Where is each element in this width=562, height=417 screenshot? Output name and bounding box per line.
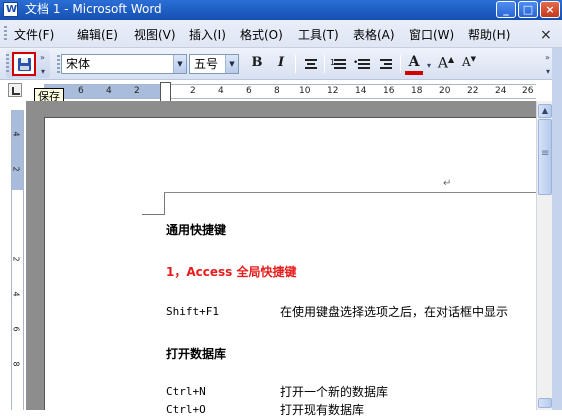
first-line-indent-marker[interactable] [160,82,171,102]
shortcut-key[interactable]: Ctrl+N [166,385,206,399]
shortcut-key[interactable]: Ctrl+O [166,403,206,417]
chevron-down-icon[interactable]: ▼ [173,55,186,73]
window-title: 文档 1 - Microsoft Word [25,2,162,16]
doc-section-title[interactable]: 1，Access 全局快捷键 [166,265,296,279]
toolbar-separator [324,55,325,73]
numbering-button[interactable]: 1 [330,55,348,73]
doc-section-heading[interactable]: 打开数据库 [166,347,226,361]
toolbar-options-arrow[interactable]: ▾ [41,68,45,76]
font-color-button[interactable]: A [405,55,423,75]
ruler-number: 16 [383,86,395,96]
ruler-number: 8 [11,361,21,367]
ruler-margin-top [12,110,23,190]
scroll-thumb[interactable] [538,119,552,195]
shortcut-key[interactable]: Shift+F1 [166,305,219,319]
toolbar-options-arrow[interactable]: ▾ [546,68,550,76]
font-name-value: 宋体 [66,57,91,71]
shrink-font-icon: A [461,55,471,69]
ruler-number: 4 [218,86,224,96]
shortcut-description[interactable]: 打开一个新的数据库 [280,385,388,399]
ruler-number: 6 [78,86,84,96]
floppy-disk-icon [18,58,31,71]
title-bar: W 文档 1 - Microsoft Word _ □ × [0,0,562,20]
scroll-up-button[interactable]: ▲ [538,104,552,118]
menu-table[interactable]: 表格(A) [353,28,395,42]
ruler-number: 4 [11,291,21,297]
font-name-combo[interactable]: 宋体 ▼ [61,54,187,74]
ruler-number: 4 [11,131,21,137]
bold-button[interactable]: B [248,55,266,73]
ruler-number: 6 [11,326,21,332]
vertical-ruler[interactable]: 4 2 2 4 6 8 [11,110,24,410]
ruler-number: 2 [11,256,21,262]
grow-font-button[interactable]: A▲ [437,55,455,73]
align-center-button[interactable] [302,55,320,73]
ruler-number: 2 [190,86,196,96]
menu-tools[interactable]: 工具(T) [298,28,339,42]
close-document-button[interactable]: × [540,27,552,43]
maximize-button[interactable]: □ [518,1,538,18]
font-size-combo[interactable]: 五号 ▼ [189,54,239,74]
minimize-button[interactable]: _ [496,1,516,18]
ruler-number: 14 [355,86,367,96]
menu-view[interactable]: 视图(V) [134,28,176,42]
bullet-list-icon [358,59,370,69]
menu-insert[interactable]: 插入(I) [189,28,226,42]
menu-file[interactable]: 文件(F) [14,28,54,42]
menu-window[interactable]: 窗口(W) [409,28,454,42]
align-center-icon [305,59,317,69]
ruler-number: 22 [467,86,479,96]
ruler-number: 2 [11,166,21,172]
ruler-number: 12 [327,86,339,96]
menu-format[interactable]: 格式(O) [240,28,283,42]
indent-icon [380,59,392,69]
italic-button[interactable]: I [272,55,290,73]
chevron-down-icon[interactable]: ▼ [225,55,238,73]
header-boundary [164,192,536,193]
ruler-number: 20 [439,86,451,96]
document-page[interactable] [44,117,536,410]
toolbar-separator [400,55,401,73]
toolbar-overflow-chevron[interactable]: » [545,54,550,62]
menu-help[interactable]: 帮助(H) [468,28,510,42]
shrink-font-button[interactable]: A▼ [460,55,478,73]
grow-font-icon: A [437,55,448,72]
bullets-button[interactable]: • [353,55,371,73]
close-button[interactable]: × [540,1,560,18]
ruler-number: 2 [134,86,140,96]
horizontal-ruler[interactable]: 6 4 2 2 4 6 8 10 12 14 16 18 20 22 24 26 [44,84,536,99]
ruler-number: 10 [299,86,311,96]
menu-edit[interactable]: 编辑(E) [77,28,118,42]
menu-bar: 文件(F) 编辑(E) 视图(V) 插入(I) 格式(O) 工具(T) 表格(A… [0,20,562,48]
font-size-value: 五号 [194,57,219,71]
ruler-number: 6 [246,86,252,96]
window-right-edge [552,48,562,410]
shortcut-description[interactable]: 在使用键盘选择选项之后，在对话框中显示 [280,305,536,319]
decrease-indent-button[interactable] [376,55,394,73]
tab-selector[interactable] [8,83,22,97]
app-icon-letter: W [6,4,18,15]
word-app-icon[interactable]: W [3,2,18,17]
crop-mark [142,214,164,215]
crop-mark [164,193,165,215]
font-color-dropdown[interactable]: ▾ [427,62,431,70]
paragraph-mark: ↵ [443,178,452,189]
save-button[interactable] [12,52,36,76]
ruler-number: 26 [522,86,534,96]
menu-grip[interactable] [4,26,7,42]
numbered-list-icon [334,59,346,69]
standard-toolbar-grip[interactable] [6,54,9,72]
ruler-number: 24 [495,86,507,96]
scroll-down-button[interactable] [538,398,552,408]
ruler-number: 18 [411,86,423,96]
ruler-number: 8 [274,86,280,96]
ruler-number: 4 [106,86,112,96]
toolbar-grip[interactable] [57,55,60,73]
toolbar-separator [295,55,296,73]
shortcut-description[interactable]: 打开现有数据库 [280,403,364,417]
toolbar-overflow-chevron[interactable]: » [40,54,45,62]
vertical-scrollbar[interactable]: ▲ [536,101,552,410]
doc-heading[interactable]: 通用快捷键 [166,223,226,237]
